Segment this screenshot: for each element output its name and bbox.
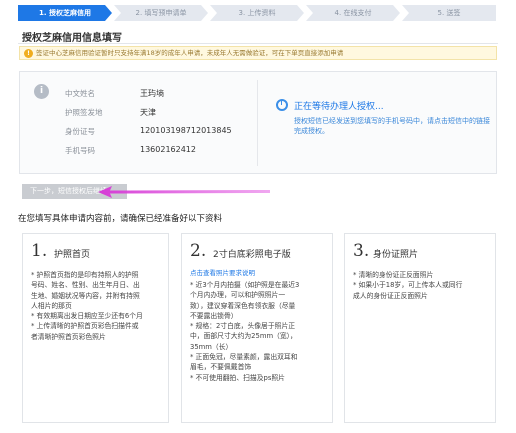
- id-number-value: 120103198712013845: [140, 126, 232, 135]
- card-line: 生地、婚姻状况等内容，并附有持照: [31, 291, 140, 300]
- phone-label: 手机号码: [65, 146, 95, 155]
- info-icon: i: [34, 84, 49, 99]
- form-title: 授权芝麻信用信息填写: [22, 33, 122, 44]
- card-passport: 1. 护照首页 * 护照首页指的是印有持照人的护照 号码、姓名、性别、出生年月日…: [22, 233, 169, 423]
- waiting-description: 授权短信已经发送到您填写的手机号码中，请点击短信中的链接完成授权。: [294, 117, 490, 135]
- card-line: * 上传清晰的护照首页彩色扫描件或: [31, 322, 139, 331]
- card-line: * 如果小于18岁，可上传本人或同行: [353, 281, 463, 290]
- card-line: 眉毛，不要佩戴首饰: [190, 363, 252, 372]
- card-line: 人相片的那页: [31, 301, 72, 310]
- step-upload: 3. 上传资料: [210, 5, 304, 21]
- pointer-arrow-icon: [98, 186, 270, 198]
- step-authorize: 1. 授权芝麻信用: [18, 5, 112, 21]
- photo-requirements-link[interactable]: 点击查看照片要求说明: [190, 267, 255, 277]
- step-submit-visa: 5. 送签: [402, 5, 496, 21]
- card-line: 号码、姓名、性别、出生年月日、出: [31, 281, 140, 290]
- notice-bar: ! 签证中心芝麻信用验证暂时只支持年满18岁的成年人申请，未成年人无需做验证，可…: [19, 46, 497, 60]
- warning-icon: !: [24, 49, 33, 58]
- step-payment: 4. 在线支付: [306, 5, 400, 21]
- id-number-label: 身份证号: [65, 127, 95, 136]
- card-line: 致），建议穿着深色有领衣服（尽量: [190, 301, 296, 310]
- step-fill-form: 2. 填写预申请单: [114, 5, 208, 21]
- card-line: 35mm（长）: [190, 342, 233, 351]
- card-line: 不要露出锁骨）: [190, 311, 238, 320]
- card-title: 身份证照片: [373, 250, 419, 260]
- card-body: * 近3个月内拍摄（如护照是在最近3 个月内办理，可以和护照照片一 致），建议穿…: [190, 280, 299, 383]
- card-title: 2寸白底彩照电子版: [213, 250, 291, 260]
- card-body: * 护照首页指的是印有持照人的护照 号码、姓名、性别、出生年月日、出 生地、婚姻…: [31, 270, 143, 342]
- card-body: * 清晰的身份证正反面照片 * 如果小于18岁，可上传本人或同行 成人的身份证正…: [353, 270, 462, 301]
- passport-place-label: 护照签发地: [65, 108, 103, 117]
- title-divider: [18, 43, 498, 44]
- card-line: * 护照首页指的是印有持照人的护照: [31, 271, 139, 279]
- applicant-info-box: i 中文姓名 王玙墒 护照签发地 天津 身份证号 120103198712013…: [19, 71, 497, 174]
- card-line: 成人的身份证正反面照片: [353, 291, 428, 300]
- name-label: 中文姓名: [65, 89, 95, 98]
- notice-text: 签证中心芝麻信用验证暂时只支持年满18岁的成年人申请，未成年人无需做验证，可在下…: [36, 49, 344, 57]
- card-line: 者清晰护照首页彩色照片: [31, 332, 106, 341]
- card-title: 护照首页: [54, 250, 91, 260]
- card-number: 3.: [353, 241, 370, 261]
- card-number: 1.: [31, 241, 48, 261]
- card-line: 个月内办理，可以和护照照片一: [190, 291, 286, 300]
- card-line: * 清晰的身份证正反面照片: [353, 271, 434, 279]
- card-line: * 规格：2寸白底，头像居于照片正: [190, 322, 296, 331]
- info-divider: [257, 80, 258, 166]
- waiting-title: 正在等待办理人授权...: [294, 102, 384, 112]
- card-photo: 2. 2寸白底彩照电子版 点击查看照片要求说明 * 近3个月内拍摄（如护照是在最…: [181, 233, 333, 423]
- card-line: * 近3个月内拍摄（如护照是在最近3: [190, 281, 300, 289]
- phone-value: 13602162412: [140, 145, 196, 154]
- passport-place-value: 天津: [140, 108, 156, 117]
- card-line: * 有效期离出发日期应至少还有6个月: [31, 312, 143, 321]
- card-line: 中，面部尺寸大约为25mm（宽），: [190, 332, 297, 341]
- progress-steps: 1. 授权芝麻信用 2. 填写预申请单 3. 上传资料 4. 在线支付 5. 送…: [18, 5, 496, 21]
- card-id-card: 3. 身份证照片 * 清晰的身份证正反面照片 * 如果小于18岁，可上传本人或同…: [344, 233, 496, 423]
- card-line: * 不可使用翻拍、扫描及ps照片: [190, 373, 285, 382]
- card-line: * 正面免冠，尽量素颜，露出双耳和: [190, 353, 298, 362]
- requirements-intro: 在您填写具体申请内容前，请确保已经准备好以下资料: [18, 214, 223, 224]
- card-number: 2.: [190, 241, 207, 261]
- clock-icon: [276, 99, 288, 111]
- name-value: 王玙墒: [140, 89, 164, 98]
